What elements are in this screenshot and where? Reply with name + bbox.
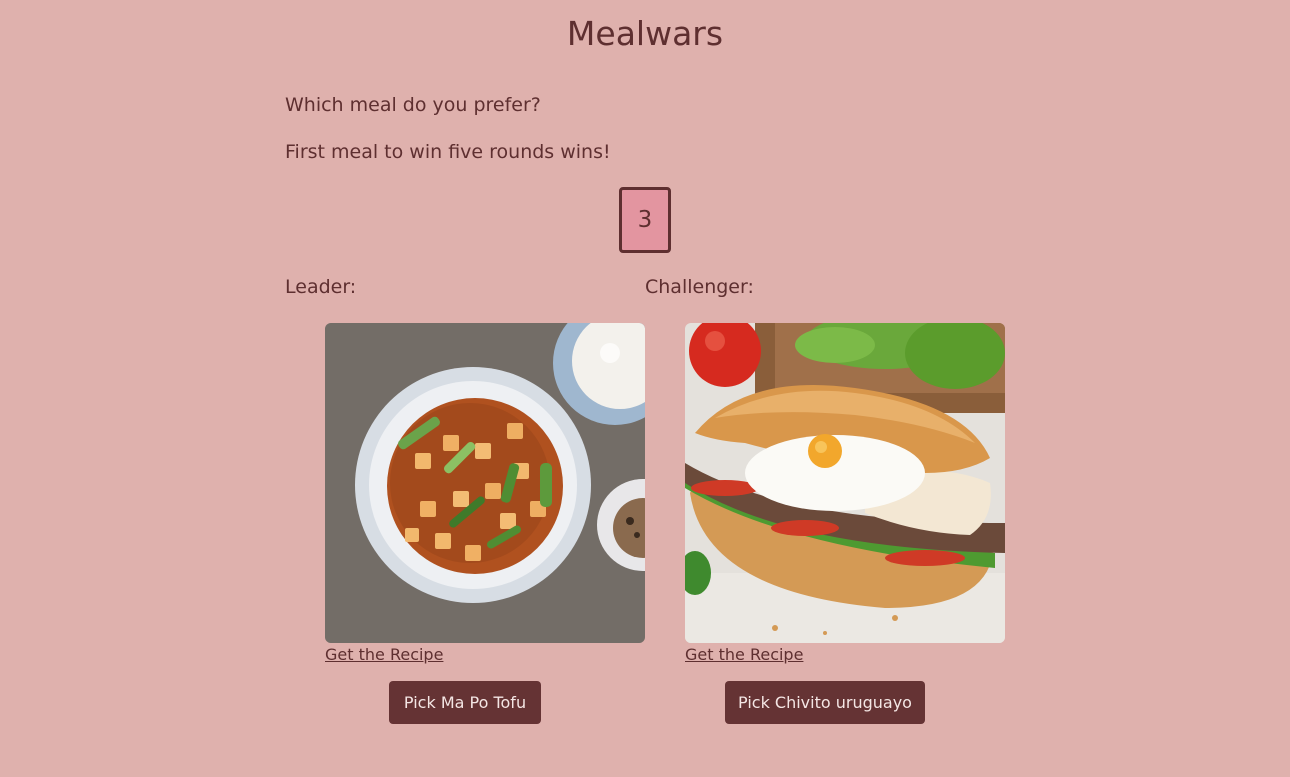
round-counter: 3: [619, 187, 671, 253]
chivito-sandwich-photo: [685, 323, 1005, 643]
round-number: 3: [637, 207, 653, 233]
leader-meal-image: [325, 323, 645, 643]
ma-po-tofu-photo: [325, 323, 645, 643]
leader-recipe-link[interactable]: Get the Recipe: [325, 645, 443, 664]
pick-challenger-button[interactable]: Pick Chivito uruguayo: [725, 681, 925, 724]
leader-label: Leader:: [285, 276, 357, 298]
page-title: Mealwars: [566, 14, 724, 53]
intro-rule: First meal to win five rounds wins!: [285, 141, 611, 163]
challenger-recipe-link[interactable]: Get the Recipe: [685, 645, 803, 664]
mealwars-page: Mealwars Which meal do you prefer? First…: [0, 0, 1290, 777]
intro-question: Which meal do you prefer?: [285, 94, 541, 116]
challenger-meal-image: [685, 323, 1005, 643]
pick-leader-button[interactable]: Pick Ma Po Tofu: [389, 681, 541, 724]
challenger-label: Challenger:: [645, 276, 754, 298]
